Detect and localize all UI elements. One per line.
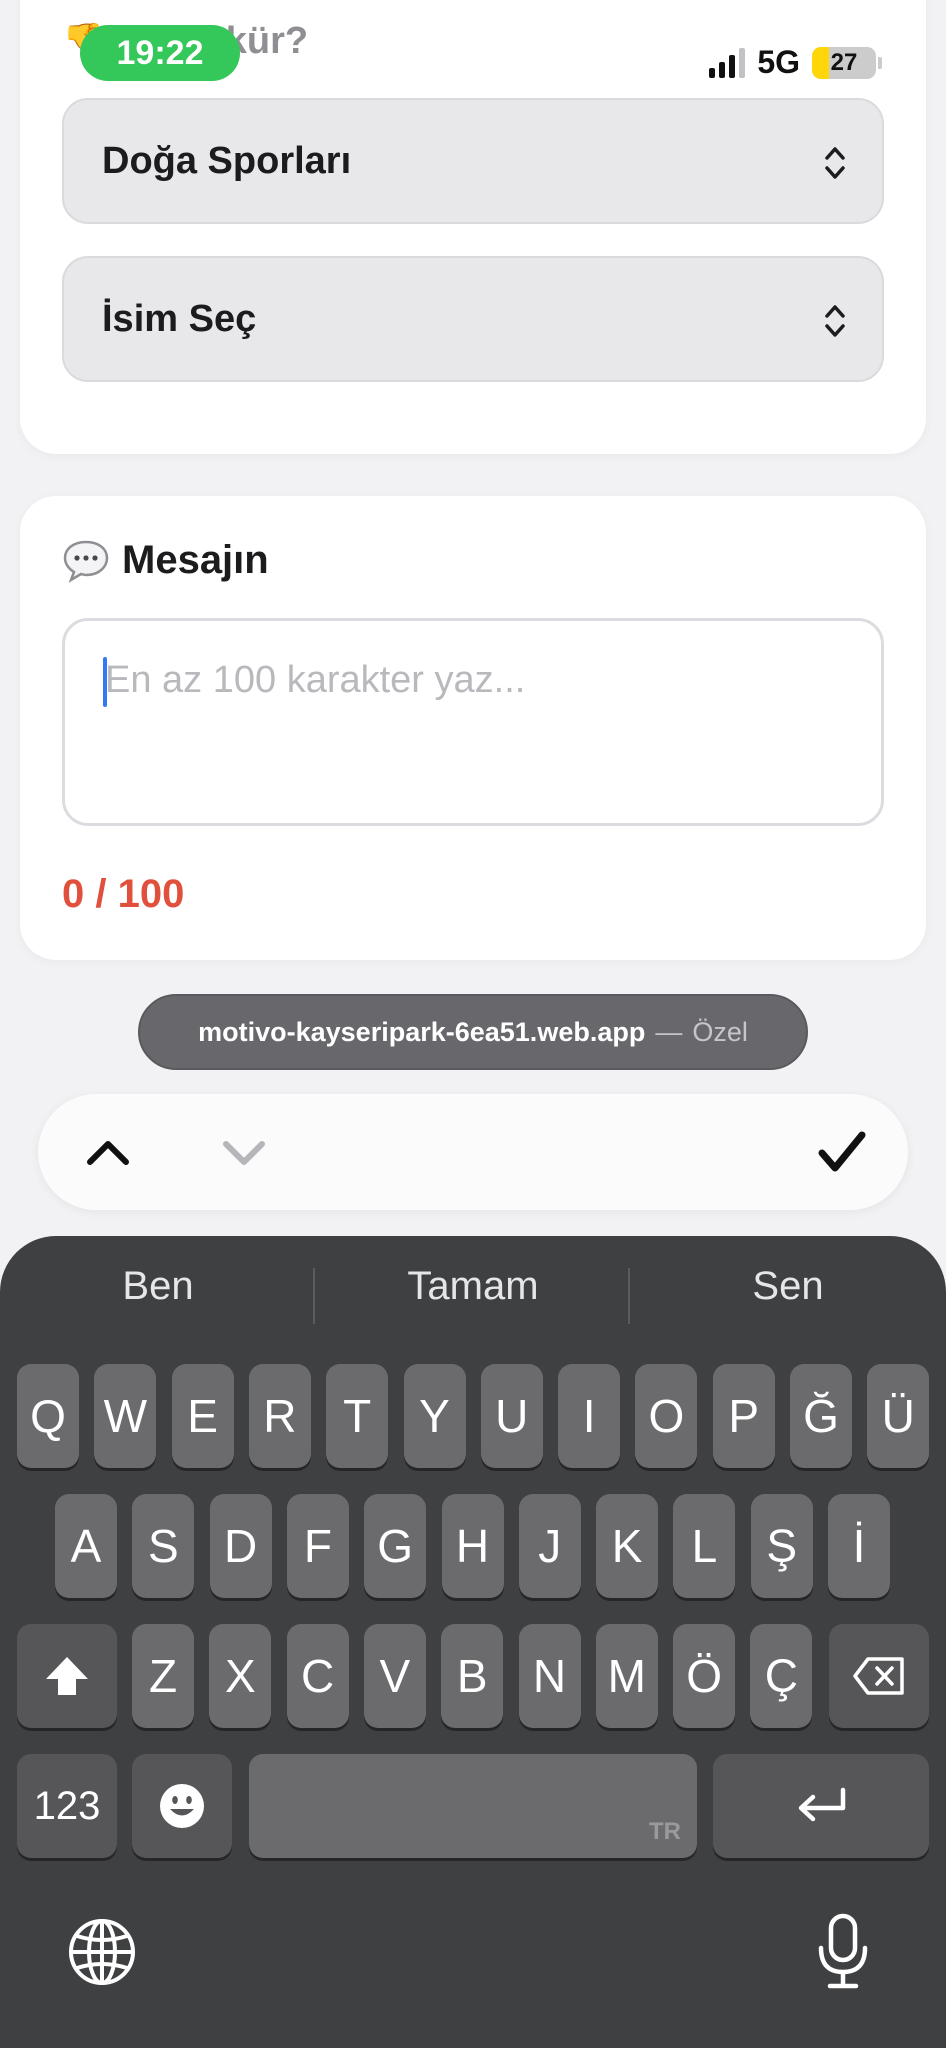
space-language-label: TR [649,1818,681,1845]
key-q[interactable]: Q [17,1364,79,1468]
key-w[interactable]: W [94,1364,157,1468]
key-ş[interactable]: Ş [750,1494,813,1598]
key-h[interactable]: H [441,1494,504,1598]
globe-icon [69,1919,135,1985]
message-title: Mesajın [62,538,269,583]
key-ğ[interactable]: Ğ [790,1364,852,1468]
done-button[interactable] [812,1124,872,1180]
microphone-icon [818,1913,868,1989]
suggestion-item[interactable]: Ben [8,1264,308,1309]
category-select[interactable]: Doğa Sporları [62,98,884,224]
key-ü[interactable]: Ü [867,1364,930,1468]
checkmark-icon [818,1131,866,1172]
message-placeholder: En az 100 karakter yaz... [105,659,526,701]
key-v[interactable]: V [363,1624,426,1728]
key-x[interactable]: X [209,1624,272,1728]
key-f[interactable]: F [286,1494,349,1598]
text-caret [103,657,107,707]
key-p[interactable]: P [712,1364,775,1468]
message-title-text: Mesajın [122,538,269,582]
key-i[interactable]: I [558,1364,621,1468]
key-m[interactable]: M [595,1624,658,1728]
return-icon [798,1787,846,1822]
key-u[interactable]: U [480,1364,543,1468]
backspace-icon [853,1657,904,1695]
key-a[interactable]: A [55,1494,117,1598]
key-s[interactable]: S [132,1494,195,1598]
dictation-button[interactable] [816,1912,870,1997]
previous-field-button[interactable] [78,1124,138,1180]
globe-button[interactable] [66,1916,138,1993]
key-c[interactable]: C [286,1624,349,1728]
suggestion-bar: Ben Tamam Sen [0,1236,946,1352]
status-indicators: 5G 27 [709,44,882,81]
chevron-up-down-icon [825,305,845,337]
category-select-value: Doğa Sporları [102,139,352,182]
key-t[interactable]: T [326,1364,389,1468]
key-r[interactable]: R [248,1364,311,1468]
emoji-icon [160,1784,204,1828]
message-textarea[interactable]: En az 100 karakter yaz... [62,618,884,826]
key-i̇[interactable]: İ [828,1494,890,1598]
battery-fill [812,46,830,79]
suggestion-divider [628,1268,630,1324]
form-navigation-bar [38,1094,908,1210]
suggestion-divider [313,1268,315,1324]
status-time[interactable]: 19:22 [80,25,240,81]
message-card: Mesajın En az 100 karakter yaz... 0 / 10… [20,496,926,960]
delete-key[interactable] [829,1624,929,1728]
chevron-down-icon [223,1141,265,1165]
emoji-key[interactable] [132,1754,232,1858]
cellular-signal-icon [709,47,746,78]
speech-bubble-icon [63,540,109,583]
url-domain: motivo-kayseripark-6ea51.web.app [198,1016,646,1047]
numbers-key[interactable]: 123 [17,1754,117,1858]
key-ö[interactable]: Ö [673,1624,736,1728]
shift-key[interactable] [17,1624,117,1728]
battery-level: 27 [830,48,858,76]
return-key[interactable] [713,1754,929,1858]
key-d[interactable]: D [209,1494,272,1598]
url-separator: — [655,1016,683,1047]
suggestion-item[interactable]: Sen [638,1264,938,1309]
battery-icon: 27 [812,46,876,79]
status-bar: 19:22 5G 27 [0,0,946,100]
key-e[interactable]: E [171,1364,234,1468]
space-key[interactable]: TR [249,1754,697,1858]
key-y[interactable]: Y [403,1364,466,1468]
name-select-value: İsim Seç [102,297,257,340]
keyboard: Ben Tamam Sen QWERTYUIOPĞÜ ASDFGHJKLŞİ ZXC… [0,1236,946,2048]
suggestion-item[interactable]: Tamam [323,1264,623,1309]
character-counter: 0 / 100 [62,872,185,916]
shift-icon [46,1657,88,1695]
key-g[interactable]: G [364,1494,427,1598]
key-k[interactable]: K [596,1494,659,1598]
chevron-up-icon [87,1141,129,1165]
key-j[interactable]: J [518,1494,581,1598]
next-field-button[interactable] [214,1124,274,1180]
network-type: 5G [757,44,800,80]
key-l[interactable]: L [673,1494,736,1598]
key-o[interactable]: O [635,1364,698,1468]
battery-tip [878,56,882,69]
key-n[interactable]: N [518,1624,581,1728]
name-select[interactable]: İsim Seç [62,256,884,382]
private-mode-label: Özel [692,1016,748,1047]
key-ç[interactable]: Ç [750,1624,813,1728]
chevron-up-down-icon [825,147,845,179]
key-z[interactable]: Z [132,1624,194,1728]
key-b[interactable]: B [441,1624,504,1728]
url-pill[interactable]: motivo-kayseripark-6ea51.web.app — Özel [138,994,808,1070]
